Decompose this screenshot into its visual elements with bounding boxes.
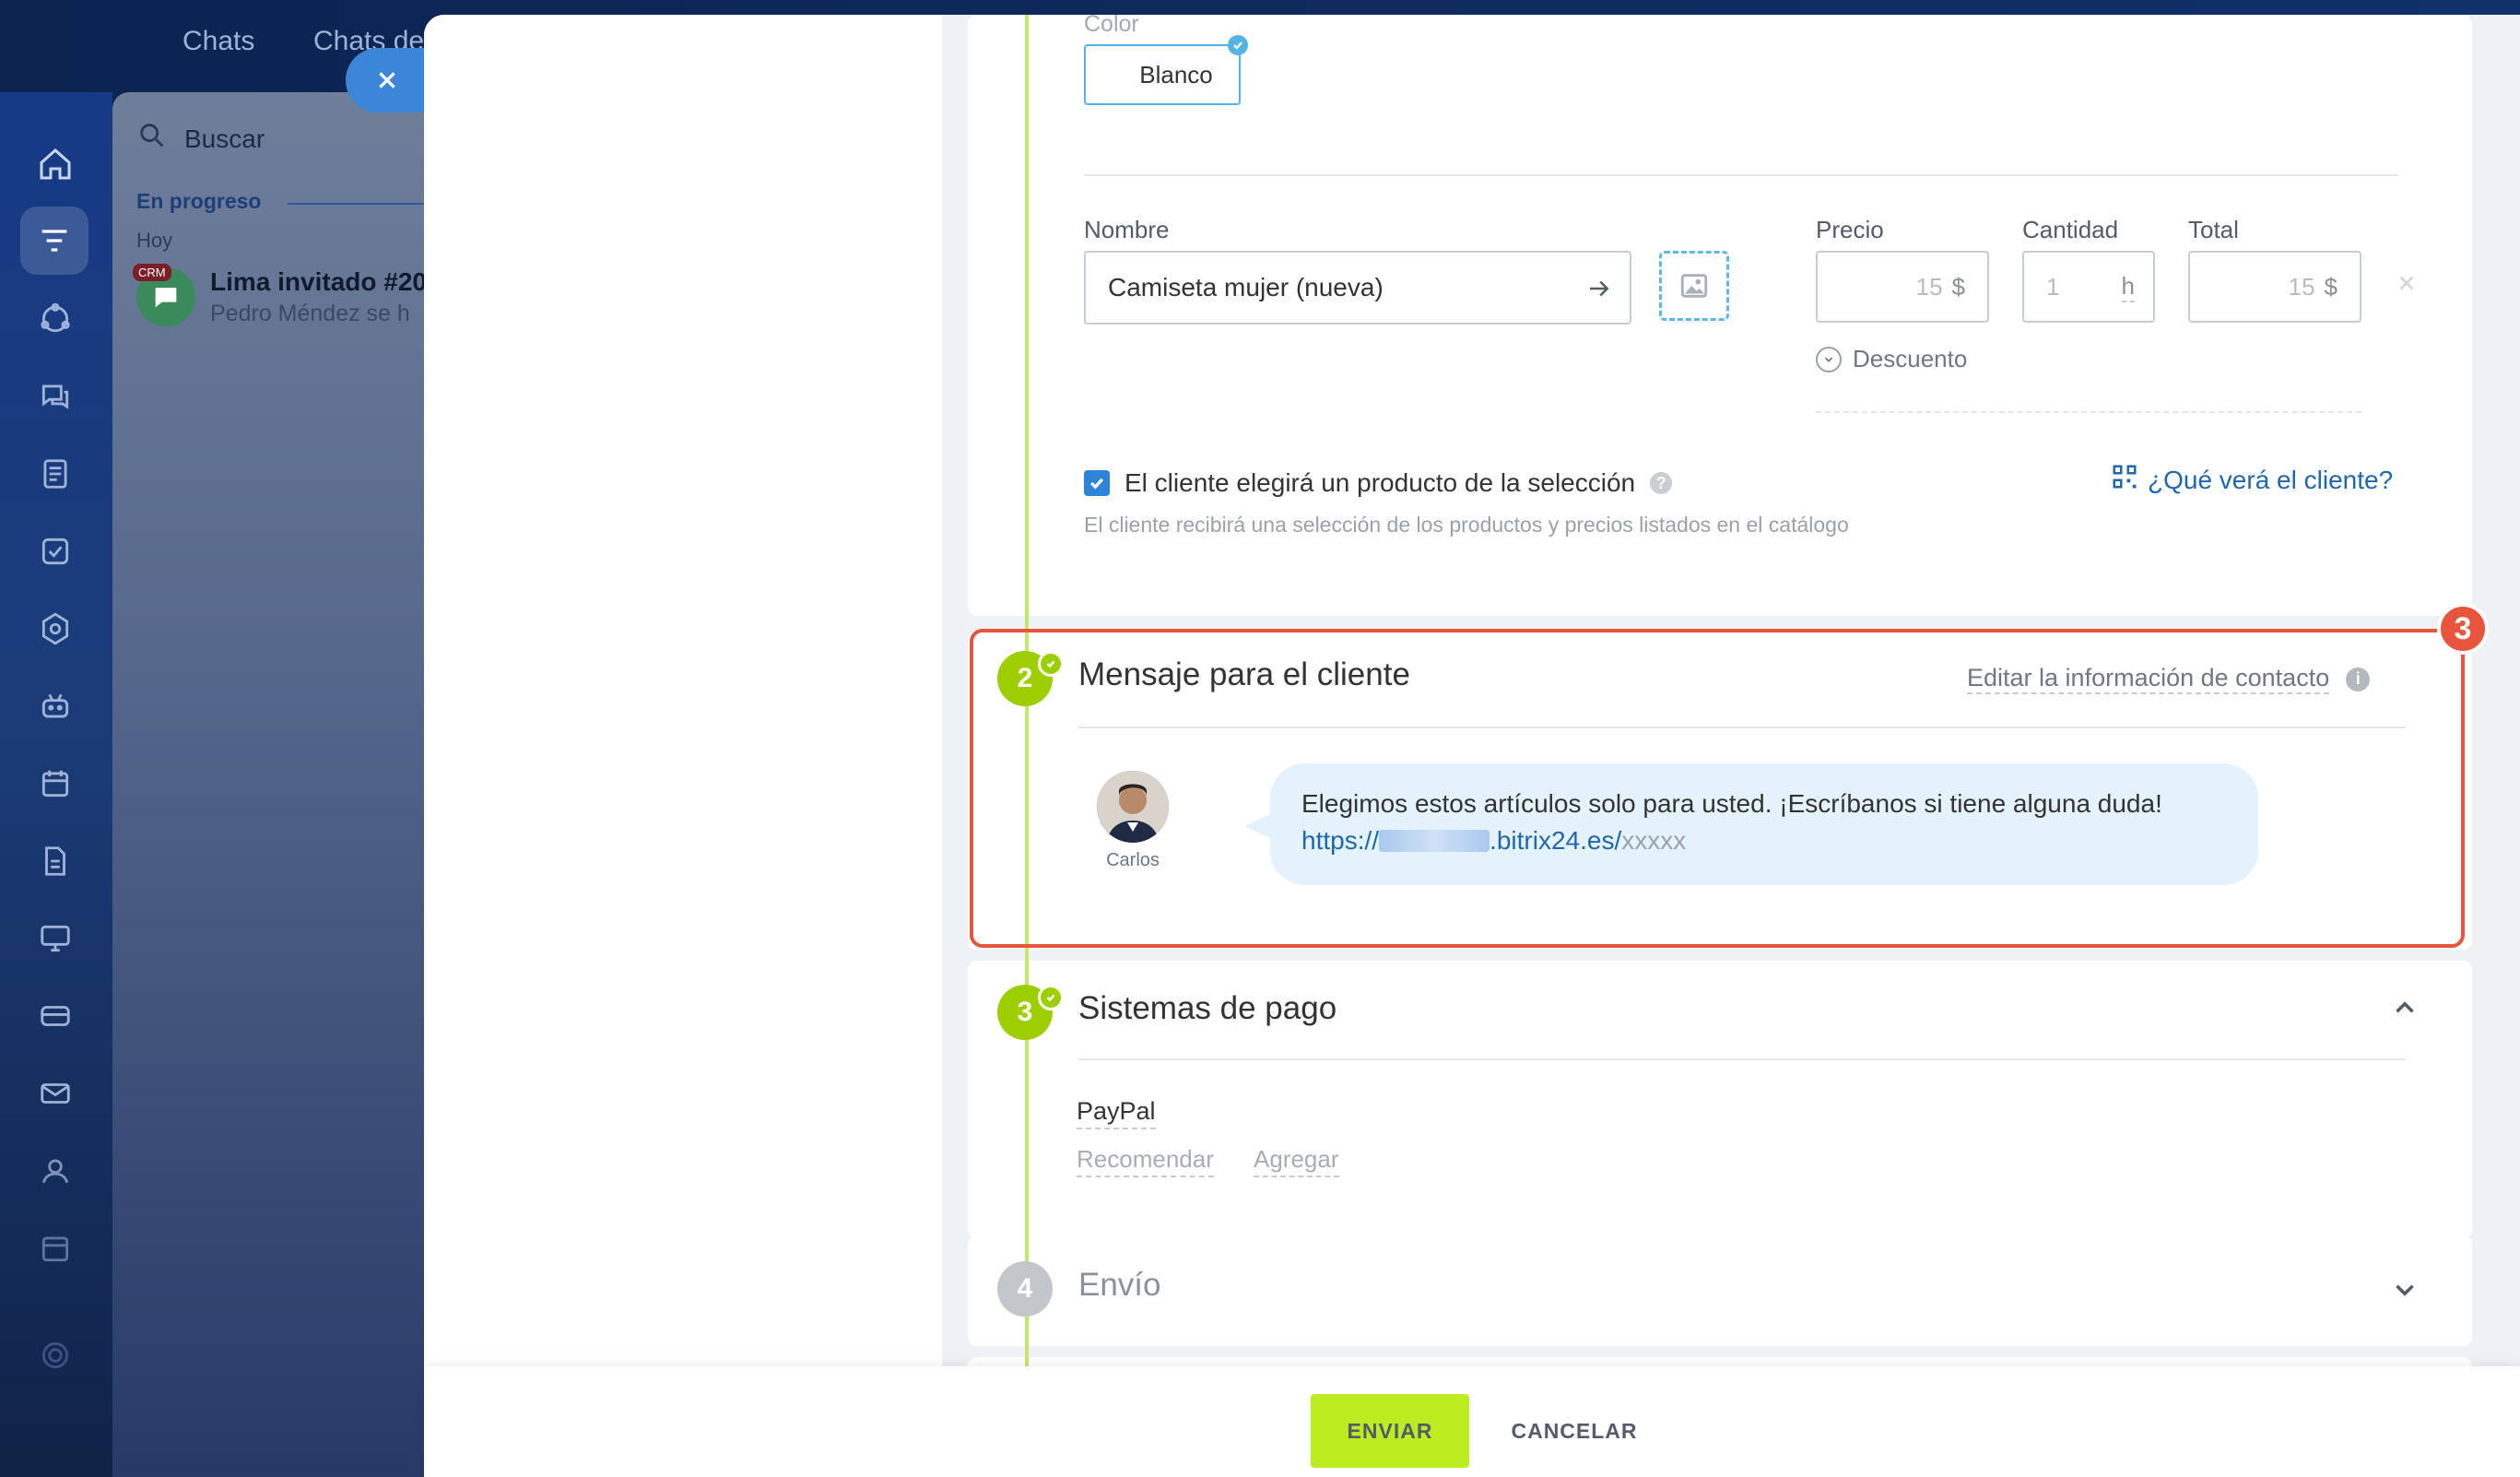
calendar-icon[interactable] xyxy=(31,760,79,808)
total-input[interactable]: 15 $ xyxy=(2188,251,2361,323)
color-value: Blanco xyxy=(1139,60,1213,89)
qr-code-icon xyxy=(2111,463,2138,497)
date-label: Hoy xyxy=(136,229,173,252)
chevron-down-icon xyxy=(1816,346,1842,372)
name-label: Nombre xyxy=(1084,216,1170,243)
product-name-value: Camiseta mujer (nueva) xyxy=(1108,273,1384,301)
step-3-check-icon xyxy=(1038,985,1064,1010)
selection-checkbox[interactable] xyxy=(1084,470,1110,496)
product-image-upload[interactable] xyxy=(1659,251,1729,321)
price-label: Precio xyxy=(1816,216,1884,243)
sites-icon[interactable] xyxy=(31,915,79,963)
feed-icon[interactable] xyxy=(31,450,79,498)
group-label: En progreso xyxy=(136,189,262,213)
contacts-icon[interactable] xyxy=(31,1147,79,1195)
home-icon[interactable] xyxy=(31,140,79,188)
cancel-button[interactable]: CANCELAR xyxy=(1501,1394,1648,1468)
robot-icon[interactable] xyxy=(31,682,79,730)
filter-icon[interactable] xyxy=(20,207,88,275)
add-payment-link[interactable]: Agregar xyxy=(1254,1145,1339,1177)
annotation-marker: 3 xyxy=(2437,603,2489,655)
search-icon xyxy=(136,120,168,158)
close-icon xyxy=(379,72,395,89)
chat-subtitle: Pedro Méndez se h xyxy=(210,301,410,326)
step-4-badge: 4 xyxy=(997,1261,1053,1317)
quantity-value: 1 xyxy=(2046,272,2060,301)
color-option-selected[interactable]: Blanco xyxy=(1084,35,1248,105)
chat-search[interactable]: Buscar xyxy=(136,120,265,158)
chat-icon[interactable] xyxy=(31,372,79,420)
preview-link-label: ¿Qué verá el cliente? xyxy=(2148,465,2394,494)
chevron-down-icon[interactable] xyxy=(2389,1274,2420,1310)
hexagon-icon[interactable] xyxy=(31,605,79,653)
quantity-input[interactable]: 1 h xyxy=(2022,251,2155,323)
selection-checkbox-label: El cliente elegirá un producto de la sel… xyxy=(1125,468,1636,497)
price-value: 15 xyxy=(1915,272,1943,301)
chevron-up-icon[interactable] xyxy=(2389,992,2420,1028)
variant-divider xyxy=(1084,174,2398,176)
discount-divider xyxy=(1816,411,2361,413)
slider-left-area xyxy=(424,15,942,1477)
quantity-label: Cantidad xyxy=(2022,216,2119,243)
total-currency: $ xyxy=(2324,272,2337,301)
send-button[interactable]: ENVIAR xyxy=(1311,1394,1469,1468)
chat-list-item[interactable]: CRM Lima invitado #20 Pedro Méndez se h xyxy=(133,264,427,327)
total-value: 15 xyxy=(2288,272,2315,301)
price-input[interactable]: 15 $ xyxy=(1816,251,1989,323)
arrow-right-icon[interactable] xyxy=(1585,275,1613,309)
search-placeholder: Buscar xyxy=(184,124,265,153)
total-label: Total xyxy=(2188,216,2239,243)
selected-check-icon xyxy=(1228,35,1248,55)
paypal-system[interactable]: PayPal xyxy=(1077,1097,1156,1129)
quantity-unit[interactable]: h xyxy=(2121,272,2135,302)
tab-chats[interactable]: Chats xyxy=(183,26,254,57)
selection-checkbox-row[interactable]: El cliente elegirá un producto de la sel… xyxy=(1084,468,1673,498)
payment-divider xyxy=(1078,1058,2406,1060)
discount-toggle[interactable]: Descuento xyxy=(1816,345,1967,373)
color-label: Color xyxy=(1084,11,1139,37)
avatar: CRM xyxy=(133,264,195,326)
recommend-link[interactable]: Recomendar xyxy=(1077,1145,1214,1177)
footer-bar xyxy=(424,1366,2520,1477)
tasks-icon[interactable] xyxy=(31,527,79,575)
preview-link[interactable]: ¿Qué verá el cliente? xyxy=(2111,463,2393,497)
step-4-number: 4 xyxy=(1017,1273,1033,1304)
step-3-number: 3 xyxy=(1017,997,1033,1027)
delivery-card xyxy=(968,1235,2472,1346)
product-name-input[interactable]: Camiseta mujer (nueva) xyxy=(1084,251,1631,325)
chat-bubble-icon xyxy=(155,288,177,308)
chat-title: Lima invitado #20 xyxy=(210,267,427,296)
annotation-highlight xyxy=(970,629,2465,948)
crm-badge: CRM xyxy=(133,264,171,281)
price-currency: $ xyxy=(1951,272,1965,301)
payment-section-title: Sistemas de pago xyxy=(1078,990,1337,1026)
remove-product-icon[interactable] xyxy=(2396,273,2417,298)
card-icon[interactable] xyxy=(31,992,79,1040)
selection-hint: El cliente recibirá una selección de los… xyxy=(1084,513,1849,537)
mail-icon[interactable] xyxy=(31,1069,79,1117)
discount-label: Descuento xyxy=(1853,345,1968,372)
document-icon[interactable] xyxy=(31,837,79,885)
settings-icon[interactable] xyxy=(31,1331,79,1379)
help-icon[interactable]: ? xyxy=(1650,472,1673,494)
crm-icon[interactable] xyxy=(31,295,79,343)
schedule-icon[interactable] xyxy=(31,1224,79,1272)
delivery-section-title[interactable]: Envío xyxy=(1078,1267,1161,1304)
image-icon xyxy=(1680,274,1708,298)
